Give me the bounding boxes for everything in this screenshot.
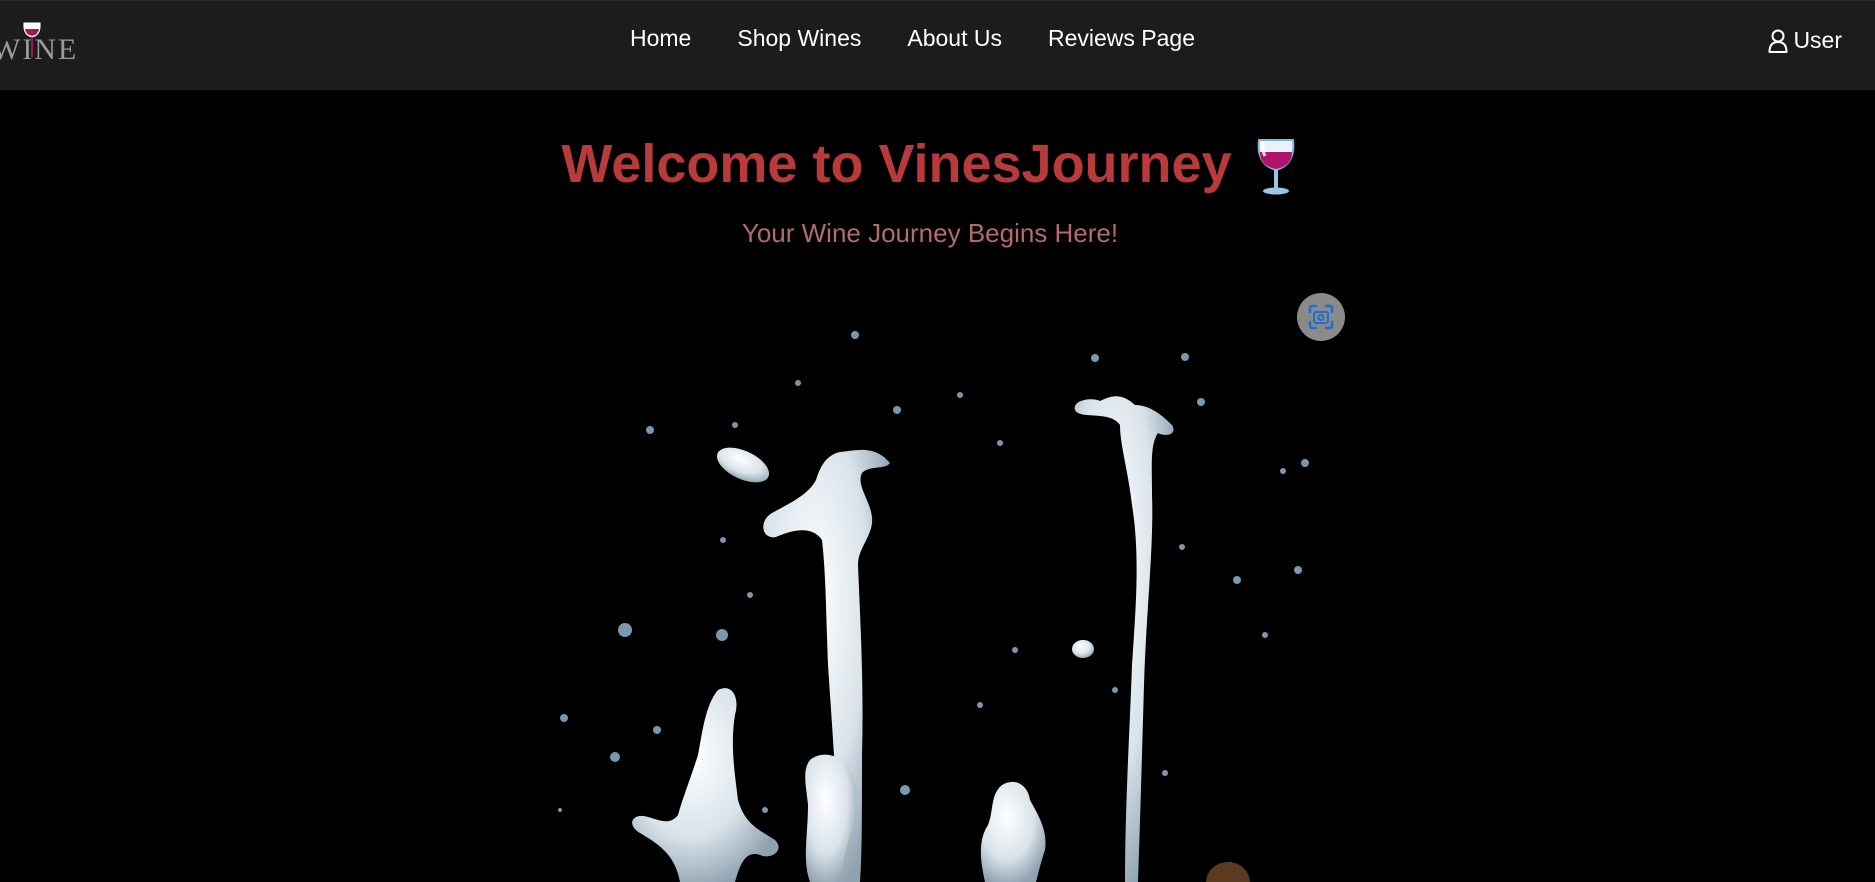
- hero-subtitle: Your Wine Journey Begins Here!: [741, 218, 1119, 248]
- nav-shop-wines-link[interactable]: Shop Wines: [737, 25, 861, 52]
- user-label: User: [1793, 27, 1842, 53]
- user-menu-button[interactable]: User: [1768, 27, 1842, 54]
- user-icon: [1768, 29, 1788, 53]
- main-nav: Home Shop Wines About Us Reviews Page: [630, 25, 1241, 52]
- visual-search-icon: [1308, 304, 1334, 330]
- hero-title-text: Welcome to VinesJourney: [561, 134, 1232, 194]
- visual-search-button[interactable]: [1297, 293, 1345, 341]
- hero-title: Welcome to VinesJourney: [0, 133, 1860, 198]
- nav-reviews-page-link[interactable]: Reviews Page: [1048, 25, 1195, 52]
- svg-text:WINE: WINE: [0, 33, 78, 65]
- hero-splash-image: [540, 285, 1340, 882]
- top-navbar: WINE Home Shop Wines About Us Reviews Pa…: [0, 0, 1875, 90]
- nav-about-us-link[interactable]: About Us: [907, 25, 1002, 52]
- wine-glass-icon: [1257, 138, 1295, 195]
- nav-home-link[interactable]: Home: [630, 25, 691, 52]
- wine-logo[interactable]: WINE: [0, 19, 112, 65]
